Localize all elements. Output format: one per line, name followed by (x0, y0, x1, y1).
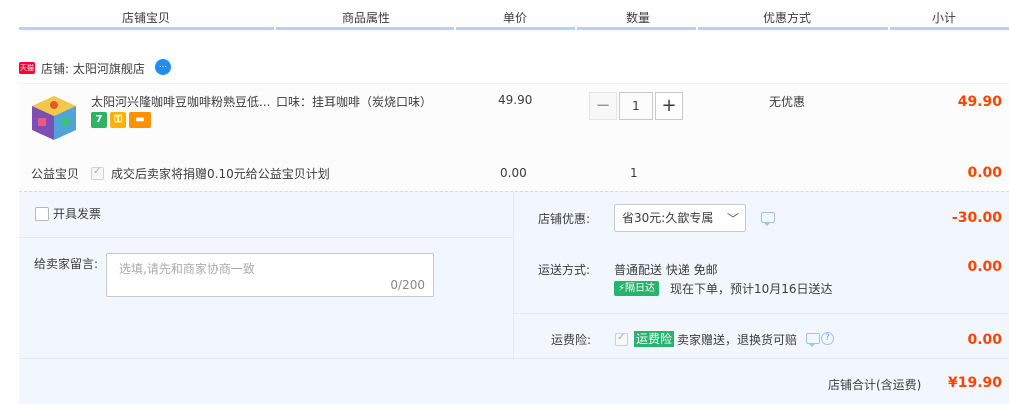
shop-total-amount: ¥19.90 (947, 375, 1002, 391)
promotion-text: 无优惠 (769, 95, 806, 109)
shipping-insurance-badge: 运费险 (634, 331, 675, 347)
lightning-icon: ⚡ (618, 283, 626, 294)
shop-discount-select[interactable]: 省30元:久歆专属 ﹀ (614, 204, 746, 232)
shipping-insurance-label: 运费险: (551, 333, 592, 347)
shipping-insurance-amount: 0.00 (967, 332, 1002, 348)
charity-label: 公益宝贝 (31, 167, 80, 181)
charity-quantity: 1 (630, 166, 638, 180)
decrease-button[interactable]: − (589, 92, 617, 120)
order-options-panel (19, 191, 1009, 404)
chat-bubble-icon[interactable]: ⋯ (155, 59, 171, 75)
message-counter: 0/200 (390, 278, 425, 292)
header-bar-promo (698, 27, 888, 30)
invoice-label[interactable]: 开具发票 (53, 205, 101, 222)
col-shop-item: 店铺宝贝 (122, 11, 171, 25)
help-icon[interactable]: ? (821, 332, 834, 345)
charity-checkbox[interactable] (91, 166, 104, 180)
card-icon[interactable]: ▬ (129, 112, 151, 128)
quantity-input[interactable]: 1 (619, 92, 653, 120)
shipping-insurance-text: 卖家赠送，退换货可赔 (677, 333, 798, 347)
col-unit-price: 单价 (503, 11, 528, 25)
product-thumbnail[interactable] (28, 92, 80, 144)
shop-total-label: 店铺合计(含运费) (828, 378, 922, 392)
service-icons: 7 ⚿ ▬ (91, 112, 151, 128)
col-subtotal: 小计 (932, 11, 957, 25)
message-icon[interactable] (761, 212, 775, 226)
shipping-insurance-checkbox[interactable] (615, 332, 628, 346)
table-header: 店铺宝贝 商品属性 单价 数量 优惠方式 小计 (0, 0, 1009, 32)
col-attribute: 商品属性 (342, 11, 391, 25)
panel-divider (19, 237, 513, 238)
shop-discount-label: 店铺优惠: (538, 212, 591, 226)
shop-discount-selected: 省30元:久歆专属 (622, 211, 714, 225)
col-quantity: 数量 (626, 11, 651, 25)
header-bar-qty (577, 27, 696, 30)
product-title[interactable]: 太阳河兴隆咖啡豆咖啡粉熟豆低... (91, 93, 270, 110)
charity-text: 成交后卖家将捐赠0.10元给公益宝贝计划 (111, 167, 330, 181)
header-bar-shop (19, 27, 274, 30)
product-attribute: 口味：挂耳咖啡（炭烧口味） (276, 95, 433, 109)
tmall-badge-icon: 天猫 (19, 62, 35, 74)
seller-message-input[interactable]: 选填,请先和商家协商一致 0/200 (106, 253, 434, 297)
message-placeholder: 选填,请先和商家协商一致 (119, 262, 255, 276)
seller-message-label: 给卖家留言: (34, 257, 99, 271)
panel-divider (513, 192, 514, 358)
shipping-eta: 现在下单，预计10月16日送达 (670, 282, 833, 296)
shop-discount-amount: -30.00 (951, 210, 1002, 226)
panel-divider (514, 313, 1009, 314)
col-promotion: 优惠方式 (763, 11, 812, 25)
unit-price: 49.90 (498, 93, 533, 107)
next-day-badge-text: 隔日达 (625, 283, 656, 294)
message-icon[interactable] (806, 333, 820, 347)
charity-price: 0.00 (500, 166, 527, 180)
increase-button[interactable]: + (655, 92, 683, 120)
shop-name[interactable]: 店铺: 太阳河旗舰店 (41, 60, 145, 77)
panel-divider (19, 358, 1009, 359)
invoice-checkbox[interactable] (35, 207, 49, 221)
shipping-label: 运送方式: (538, 263, 591, 277)
item-subtotal: 49.90 (957, 94, 1002, 110)
header-bar-attr (276, 27, 454, 30)
header-bar-subtotal (890, 27, 1009, 30)
shipping-amount: 0.00 (967, 259, 1002, 275)
chevron-down-icon: ﹀ (726, 212, 739, 226)
quantity-stepper: − 1 + (589, 92, 683, 120)
seven-day-return-icon[interactable]: 7 (91, 112, 107, 128)
next-day-badge: ⚡隔日达 (614, 281, 660, 296)
charity-subtotal: 0.00 (967, 165, 1002, 181)
shipping-method: 普通配送 快递 免邮 (614, 263, 718, 277)
header-bar-price (456, 27, 575, 30)
guarantee-icon[interactable]: ⚿ (110, 112, 126, 128)
